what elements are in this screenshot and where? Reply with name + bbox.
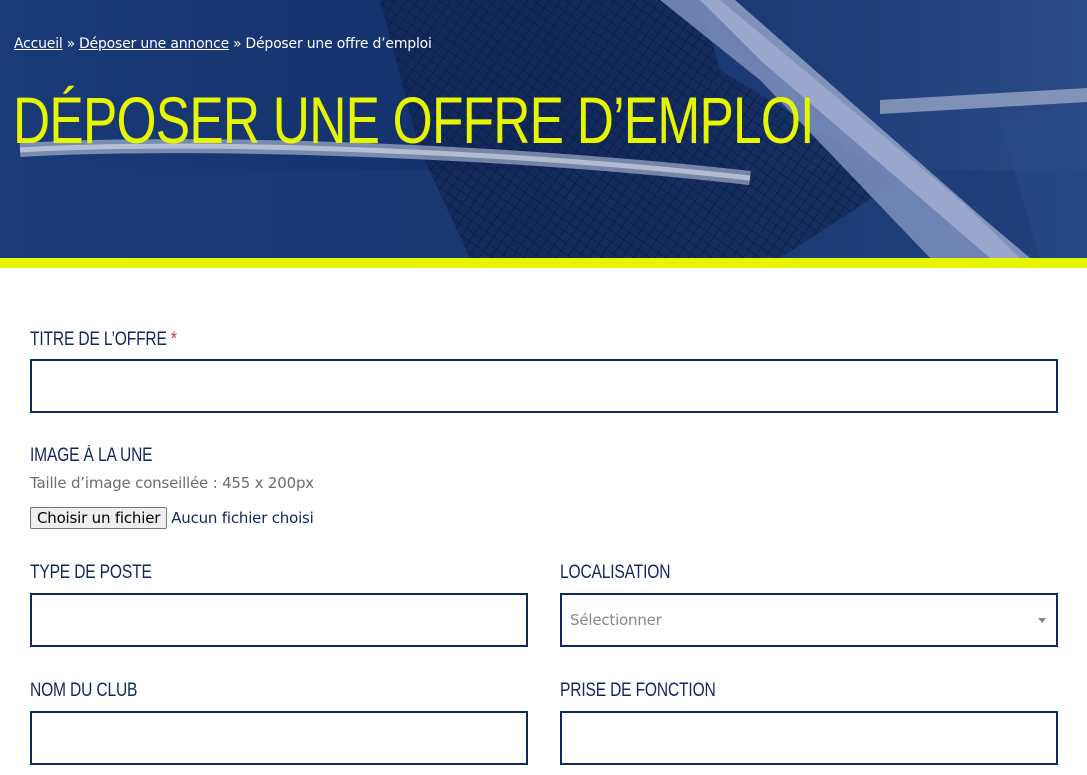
club-name-label: NOM DU CLUB — [30, 680, 138, 701]
club-name-input[interactable] — [30, 711, 528, 765]
location-label: LOCALISATION — [560, 562, 671, 583]
breadcrumb-separator: » — [66, 36, 76, 52]
featured-image-hint: Taille d’image conseillée : 455 x 200px — [30, 474, 314, 492]
start-date-input[interactable] — [560, 711, 1058, 765]
chevron-down-icon — [1038, 617, 1046, 623]
location-select-value: Sélectionner — [570, 611, 662, 629]
breadcrumb-current: Déposer une offre d’emploi — [245, 36, 432, 52]
location-select[interactable]: Sélectionner — [560, 593, 1058, 647]
page-hero: Accueil» Déposer une annonce» Déposer une … — [0, 0, 1087, 258]
choose-file-button[interactable]: Choisir un fichier — [30, 507, 168, 529]
breadcrumb-link-post-ad[interactable]: Déposer une annonce — [79, 36, 229, 52]
job-type-input[interactable] — [30, 593, 528, 647]
job-type-label: TYPE DE POSTE — [30, 562, 152, 583]
offer-title-input[interactable] — [30, 359, 1058, 413]
title-field-label: TITRE DE L’OFFRE * — [30, 329, 177, 351]
required-marker: * — [170, 329, 177, 350]
accent-stripe — [0, 258, 1087, 268]
breadcrumb: Accueil» Déposer une annonce» Déposer une … — [14, 36, 432, 52]
page-title: DÉPOSER UNE OFFRE D’EMPLOI — [13, 83, 814, 157]
start-date-label: PRISE DE FONCTION — [560, 680, 716, 701]
file-status-text: Aucun fichier choisi — [171, 509, 314, 527]
breadcrumb-separator: » — [233, 36, 242, 52]
breadcrumb-link-home[interactable]: Accueil — [14, 36, 63, 52]
featured-image-label: IMAGE À LA UNE — [30, 445, 153, 466]
file-upload-control: Choisir un fichier Aucun fichier choisi — [30, 506, 314, 530]
title-field-label-text: TITRE DE L’OFFRE — [30, 329, 167, 350]
